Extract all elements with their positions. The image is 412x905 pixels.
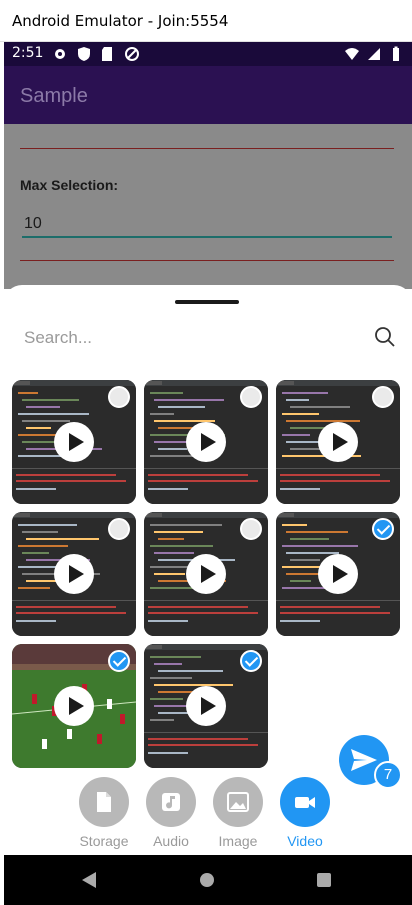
search-input[interactable]	[24, 323, 354, 353]
status-icons-left	[52, 46, 140, 62]
max-selection-input[interactable]	[22, 212, 392, 238]
max-selection-label: Max Selection:	[20, 177, 119, 193]
device-screen: 2:51 Sample Max Selection: 10 Search... …	[4, 42, 412, 905]
video-item[interactable]	[12, 644, 136, 768]
selection-checkbox[interactable]	[240, 650, 262, 672]
recent-apps-icon[interactable]	[317, 873, 331, 887]
file-icon	[97, 792, 111, 812]
source-tabs: Storage Audio Image Video	[74, 777, 344, 855]
tab-storage[interactable]: Storage	[74, 777, 134, 855]
selection-checkbox[interactable]	[372, 386, 394, 408]
video-item[interactable]	[12, 512, 136, 636]
video-item[interactable]	[144, 380, 268, 504]
video-item[interactable]	[276, 512, 400, 636]
status-icons-right	[344, 46, 404, 62]
divider-bottom	[20, 260, 394, 261]
no-disturb-icon	[125, 47, 139, 61]
media-picker-sheet: 7 Storage Audio Image	[4, 285, 412, 855]
video-item[interactable]	[276, 380, 400, 504]
battery-icon	[393, 46, 399, 61]
video-item[interactable]	[12, 380, 136, 504]
system-navigation-bar	[4, 855, 412, 905]
emulator-title-bar: Android Emulator - Join:5554	[0, 0, 412, 42]
gear-icon	[55, 49, 65, 59]
wifi-icon	[345, 48, 359, 60]
music-note-icon	[162, 793, 180, 811]
selection-checkbox[interactable]	[240, 518, 262, 540]
tab-video[interactable]: Video	[275, 777, 335, 855]
play-icon[interactable]	[318, 554, 358, 594]
selection-checkbox[interactable]	[240, 386, 262, 408]
signal-icon	[368, 48, 380, 60]
video-item[interactable]	[144, 512, 268, 636]
selection-checkbox[interactable]	[108, 386, 130, 408]
selection-checkbox[interactable]	[108, 518, 130, 540]
home-icon[interactable]	[200, 873, 214, 887]
video-item[interactable]	[144, 644, 268, 768]
selection-checkbox[interactable]	[372, 518, 394, 540]
form-area: Max Selection:	[4, 124, 412, 289]
shield-icon	[78, 47, 90, 61]
tab-video-label: Video	[287, 833, 323, 849]
sd-card-icon	[102, 47, 112, 61]
selection-checkbox[interactable]	[108, 650, 130, 672]
app-title: Sample	[20, 85, 88, 107]
window-title: Android Emulator - Join:5554	[12, 12, 229, 30]
play-icon[interactable]	[186, 554, 226, 594]
back-icon[interactable]	[82, 872, 96, 888]
tab-audio[interactable]: Audio	[141, 777, 201, 855]
divider-top	[20, 148, 394, 149]
drag-handle[interactable]	[175, 300, 239, 304]
video-camera-icon	[295, 797, 315, 808]
status-time: 2:51	[12, 45, 44, 61]
play-icon[interactable]	[186, 686, 226, 726]
app-bar: Sample	[4, 66, 412, 124]
play-icon[interactable]	[54, 422, 94, 462]
play-icon[interactable]	[318, 422, 358, 462]
search-icon[interactable]	[374, 326, 396, 348]
image-icon	[227, 792, 249, 812]
play-icon[interactable]	[54, 686, 94, 726]
play-icon[interactable]	[186, 422, 226, 462]
status-bar: 2:51	[4, 42, 412, 66]
play-icon[interactable]	[54, 554, 94, 594]
tab-image[interactable]: Image	[208, 777, 268, 855]
selected-count-badge: 7	[374, 761, 402, 789]
